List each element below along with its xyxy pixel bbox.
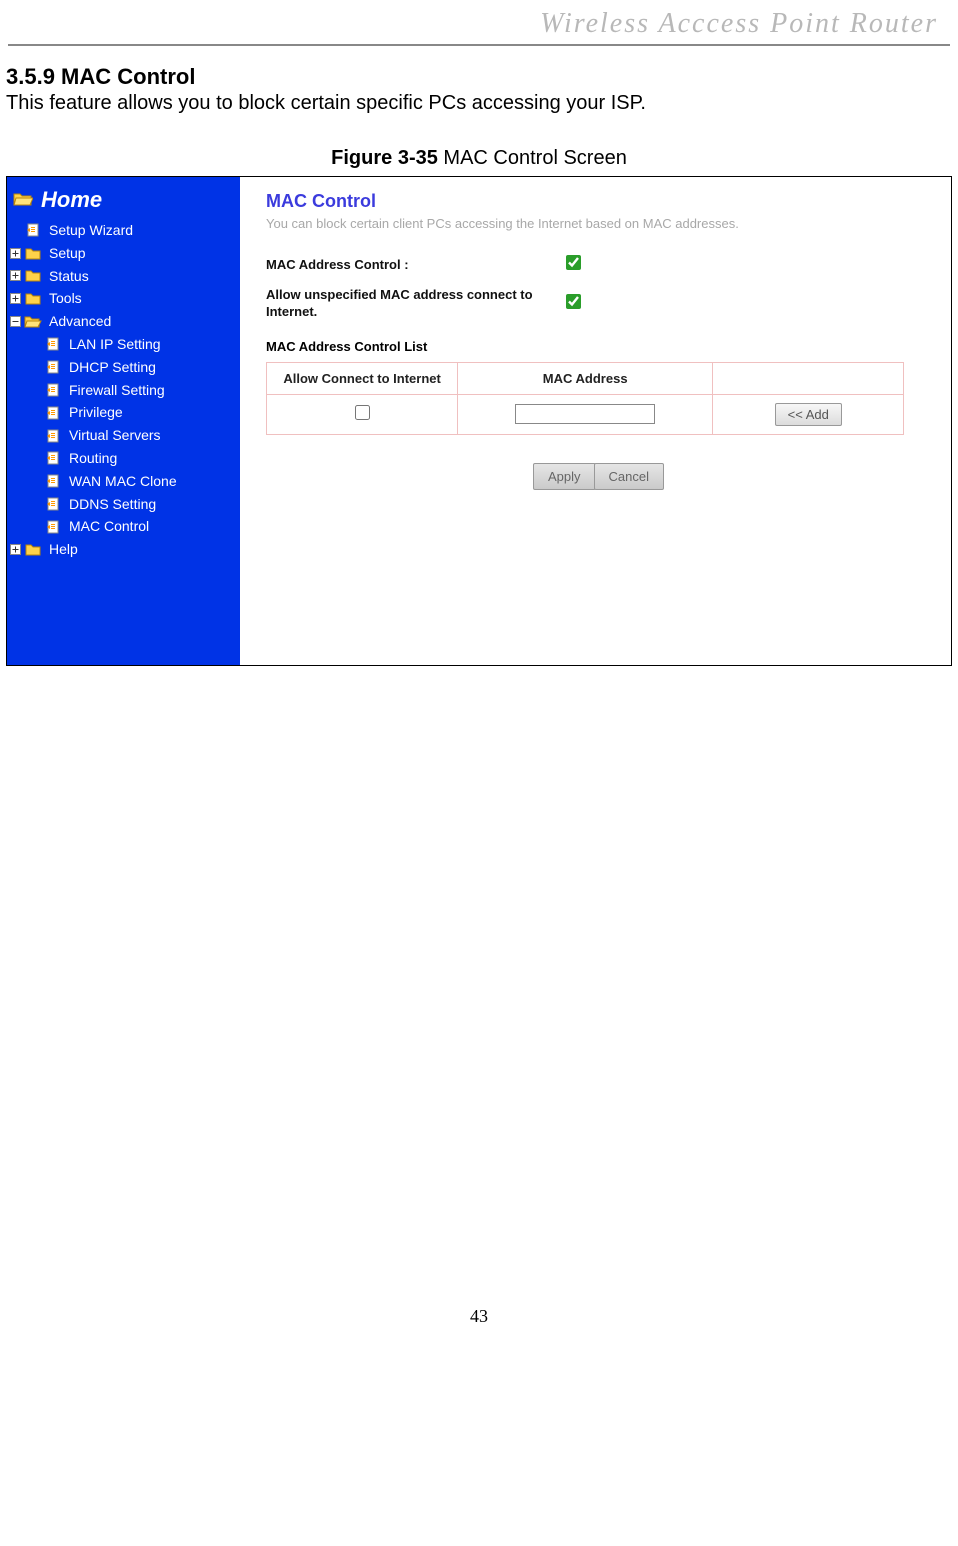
page-icon [43, 451, 63, 465]
nav-item-mac-control[interactable]: MAC Control [7, 515, 240, 538]
page-icon [43, 520, 63, 534]
nav-item-setup-wizard[interactable]: Setup Wizard [7, 219, 240, 242]
allow-unspecified-checkbox[interactable] [566, 294, 581, 309]
page-number: 43 [0, 1306, 958, 1347]
section-heading: 3.5.9 MAC Control [6, 64, 958, 90]
nav-item-label: Setup [49, 245, 86, 262]
nav-item-help[interactable]: Help [7, 538, 240, 561]
figure-label-rest: MAC Control Screen [438, 147, 627, 169]
expand-icon[interactable] [7, 248, 23, 259]
folder-icon [23, 543, 43, 556]
allow-unspecified-row: Allow unspecified MAC address connect to… [266, 287, 931, 321]
sidebar: Home Setup Wizard Setup Status Tools Advance… [7, 177, 240, 665]
nav-item-wan-mac-clone[interactable]: WAN MAC Clone [7, 470, 240, 493]
section-description: This feature allows you to block certain… [6, 92, 958, 115]
mac-address-control-label: MAC Address Control : [266, 257, 566, 274]
folder-icon [23, 269, 43, 282]
nav-item-label: Firewall Setting [69, 382, 165, 399]
screenshot-frame: Home Setup Wizard Setup Status Tools Advance… [6, 176, 952, 666]
table-col-allow: Allow Connect to Internet [267, 362, 458, 394]
nav-item-status[interactable]: Status [7, 265, 240, 288]
folder-icon [23, 247, 43, 260]
nav-item-label: Privilege [69, 404, 123, 421]
nav-item-privilege[interactable]: Privilege [7, 401, 240, 424]
page-icon [43, 497, 63, 511]
nav-item-label: Status [49, 268, 89, 285]
row-allow-checkbox[interactable] [355, 405, 370, 420]
nav-item-label: Help [49, 541, 78, 558]
nav-item-routing[interactable]: Routing [7, 447, 240, 470]
cancel-button[interactable]: Cancel [594, 463, 664, 490]
nav-item-label: Tools [49, 290, 82, 307]
table-row: << Add [267, 394, 904, 434]
nav-home-label: Home [41, 187, 102, 213]
nav-item-label: DDNS Setting [69, 496, 156, 513]
mac-address-control-row: MAC Address Control : [266, 255, 931, 275]
nav-item-label: WAN MAC Clone [69, 473, 177, 490]
nav-item-setup[interactable]: Setup [7, 242, 240, 265]
expand-icon[interactable] [7, 544, 23, 555]
page-icon [43, 429, 63, 443]
mac-address-control-checkbox[interactable] [566, 255, 581, 270]
collapse-icon[interactable] [7, 316, 23, 327]
nav-item-label: DHCP Setting [69, 359, 156, 376]
expand-icon[interactable] [7, 293, 23, 304]
page-icon [43, 406, 63, 420]
nav-item-label: Routing [69, 450, 117, 467]
page-icon [43, 360, 63, 374]
content-subdesc: You can block certain client PCs accessi… [266, 216, 931, 231]
expand-icon[interactable] [7, 270, 23, 281]
nav-item-dhcp-setting[interactable]: DHCP Setting [7, 356, 240, 379]
figure-label-bold: Figure 3-35 [331, 147, 438, 169]
table-col-action [713, 362, 904, 394]
page-icon [43, 337, 63, 351]
nav-item-label: MAC Control [69, 518, 149, 535]
folder-icon [23, 292, 43, 305]
folder-open-icon [13, 187, 33, 213]
document-header: Wireless Acccess Point Router [8, 0, 950, 46]
nav-item-tools[interactable]: Tools [7, 287, 240, 310]
nav-item-label: Virtual Servers [69, 427, 161, 444]
action-buttons: ApplyCancel [266, 463, 931, 490]
table-header-row: Allow Connect to Internet MAC Address [267, 362, 904, 394]
add-button[interactable]: << Add [775, 403, 842, 426]
table-col-mac: MAC Address [458, 362, 713, 394]
nav-home[interactable]: Home [7, 185, 240, 219]
nav-item-label: LAN IP Setting [69, 336, 161, 353]
page-icon [43, 383, 63, 397]
figure-caption: Figure 3-35 MAC Control Screen [0, 147, 958, 170]
nav-item-lan-ip-setting[interactable]: LAN IP Setting [7, 333, 240, 356]
nav-item-label: Advanced [49, 313, 111, 330]
nav-item-ddns-setting[interactable]: DDNS Setting [7, 493, 240, 516]
mac-list-heading: MAC Address Control List [266, 339, 931, 354]
content-title: MAC Control [266, 191, 931, 212]
nav-item-virtual-servers[interactable]: Virtual Servers [7, 424, 240, 447]
allow-unspecified-label: Allow unspecified MAC address connect to… [266, 287, 566, 321]
row-mac-input[interactable] [515, 404, 655, 424]
mac-address-table: Allow Connect to Internet MAC Address <<… [266, 362, 904, 435]
page-icon [23, 223, 43, 237]
nav-item-firewall-setting[interactable]: Firewall Setting [7, 379, 240, 402]
folder-open-icon [23, 315, 43, 328]
nav-item-advanced[interactable]: Advanced [7, 310, 240, 333]
nav-item-label: Setup Wizard [49, 222, 133, 239]
content-pane: MAC Control You can block certain client… [240, 177, 951, 665]
page-icon [43, 474, 63, 488]
apply-button[interactable]: Apply [533, 463, 596, 490]
